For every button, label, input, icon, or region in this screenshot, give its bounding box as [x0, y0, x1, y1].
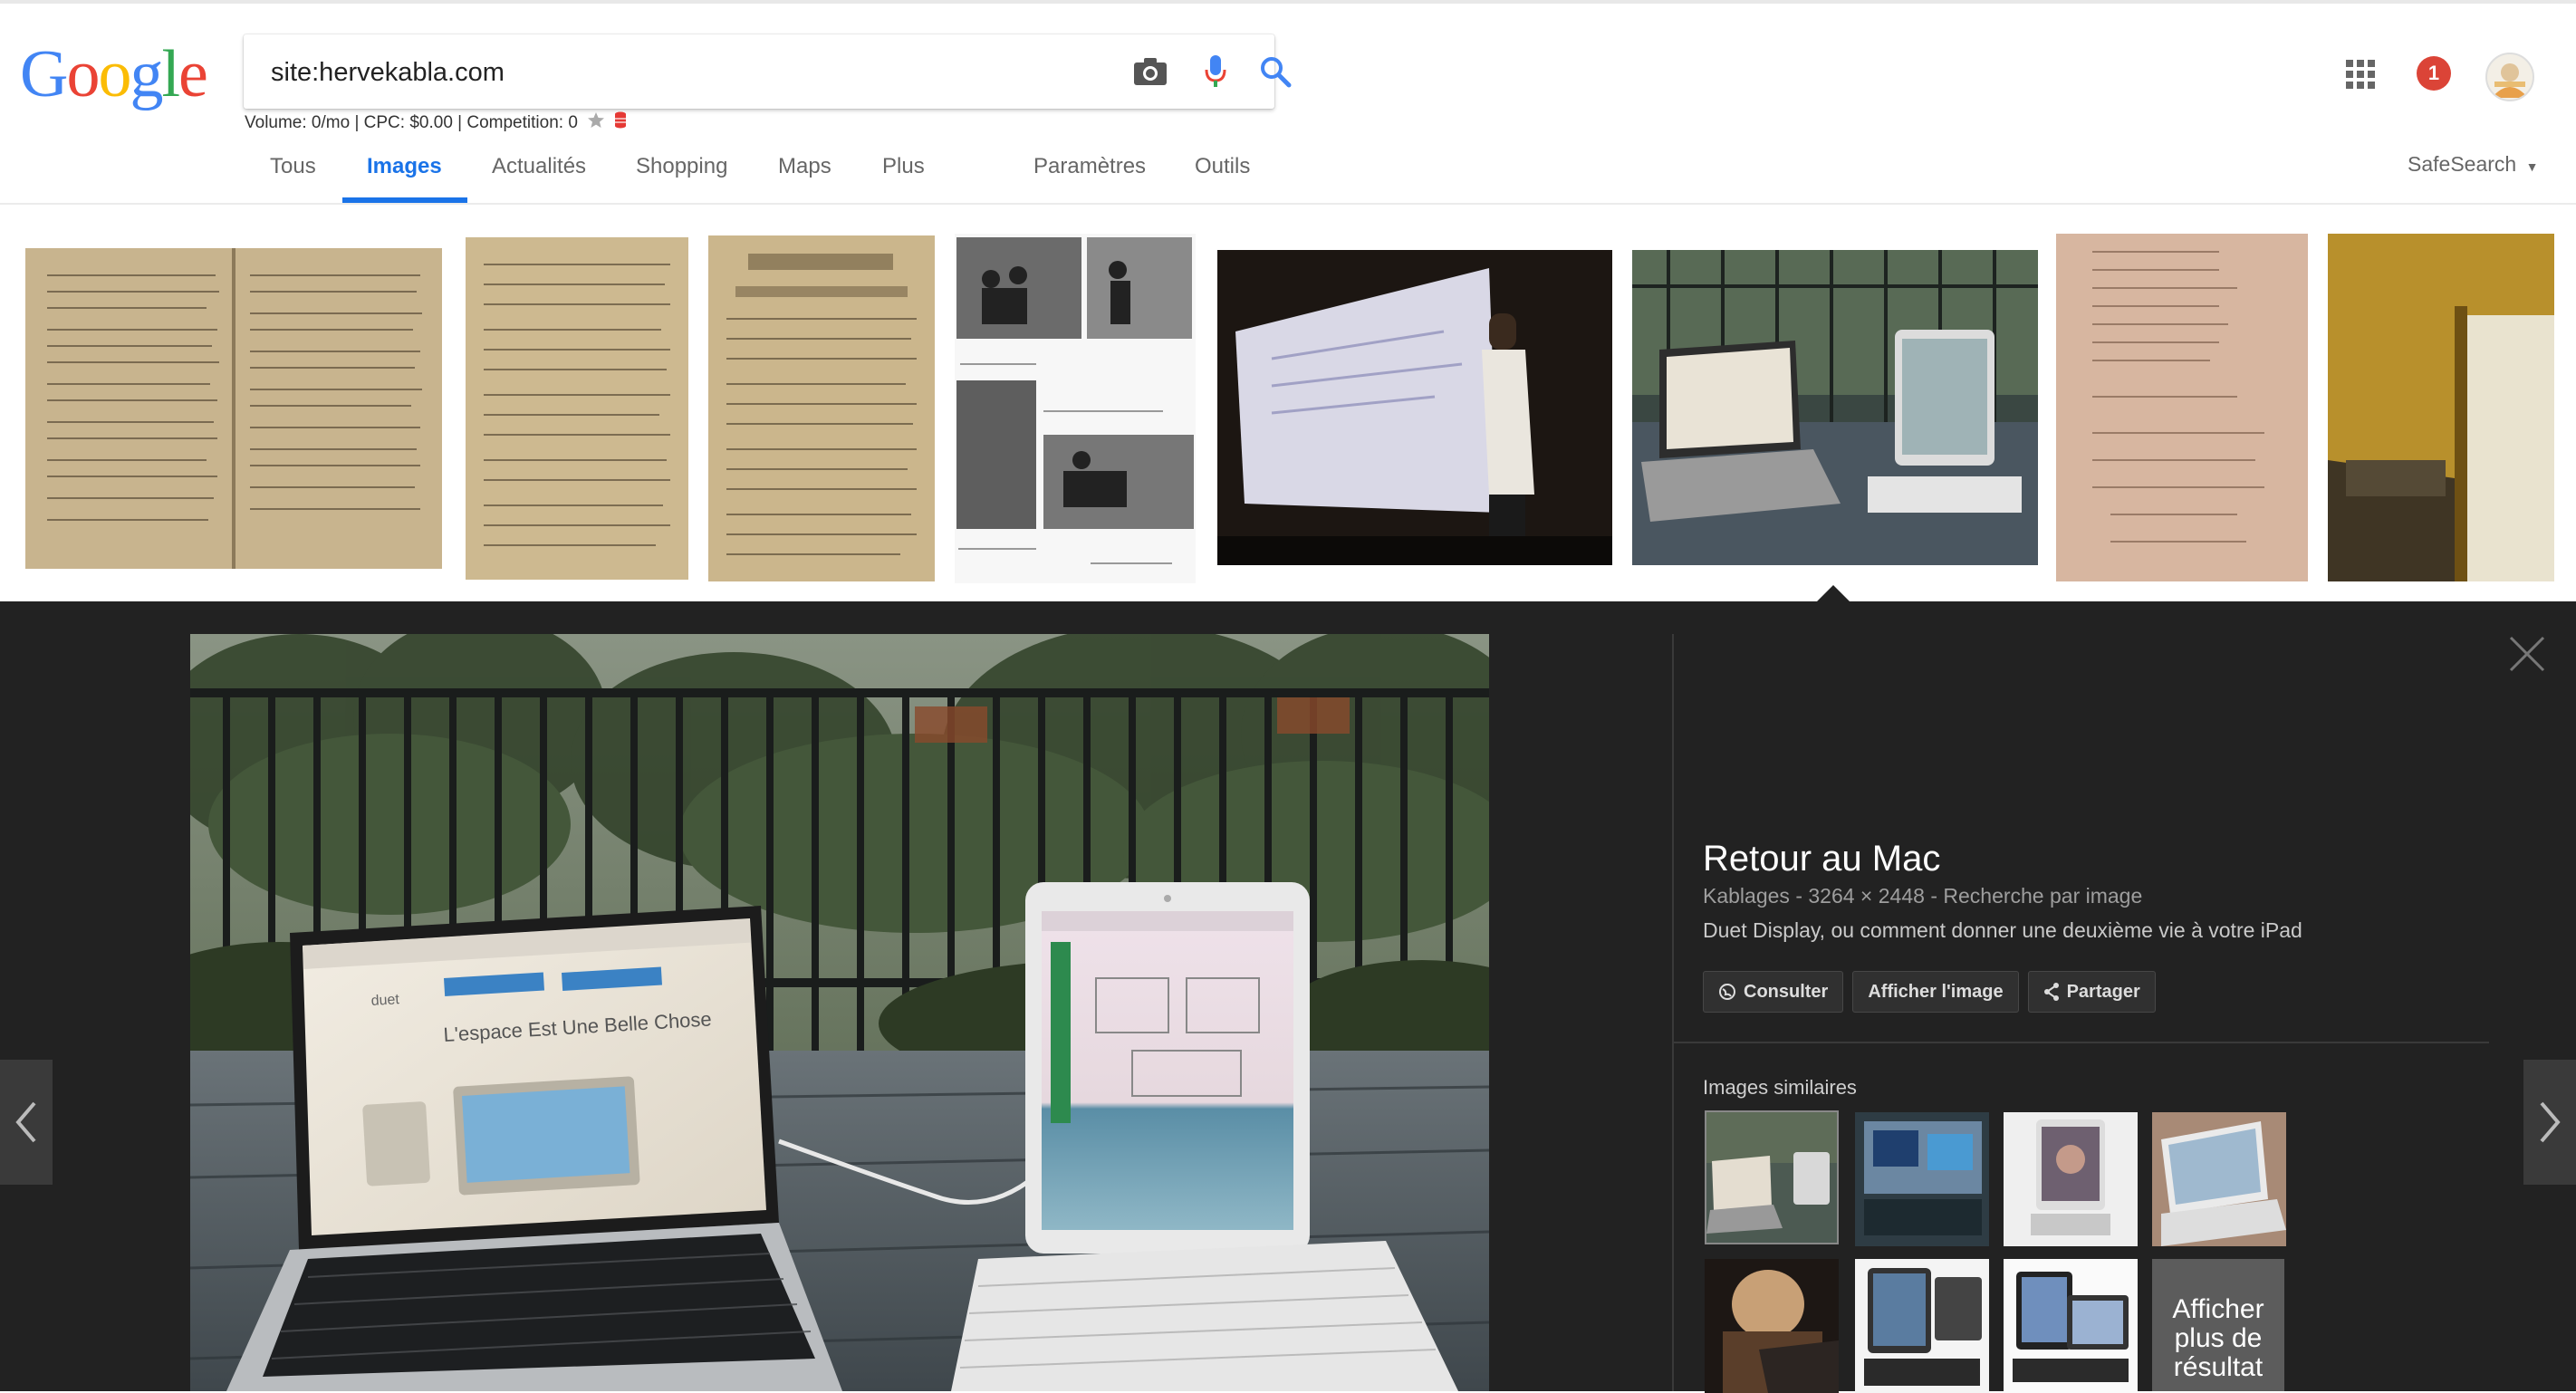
tab-all[interactable]: Tous	[270, 154, 316, 179]
result-thumb-2[interactable]	[466, 237, 688, 580]
previous-image-button[interactable]	[0, 1060, 53, 1185]
similar-image-thumb[interactable]	[1855, 1259, 1989, 1393]
notification-badge[interactable]: 1	[2417, 56, 2451, 91]
visit-label: Consulter	[1744, 981, 1829, 1002]
tab-tools[interactable]: Outils	[1195, 154, 1250, 179]
result-thumb-7[interactable]	[2056, 234, 2308, 581]
header-divider	[0, 203, 2576, 205]
tab-maps[interactable]: Maps	[778, 154, 831, 179]
similar-image-thumb[interactable]	[1705, 1259, 1839, 1393]
share-icon	[2043, 983, 2059, 1001]
search-icon[interactable]	[1256, 53, 1294, 91]
star-icon[interactable]	[587, 111, 605, 135]
globe-icon	[1719, 984, 1735, 1000]
microphone-icon[interactable]	[1197, 53, 1235, 91]
result-thumb-6-selected[interactable]	[1632, 250, 2038, 565]
next-image-button[interactable]	[2523, 1060, 2576, 1185]
chevron-right-icon	[2540, 1101, 2561, 1143]
tab-shopping[interactable]: Shopping	[636, 154, 727, 179]
caret-down-icon: ▼	[2525, 159, 2539, 174]
result-thumb-8[interactable]	[2328, 234, 2554, 581]
top-rule	[0, 0, 2576, 4]
image-description: Duet Display, ou comment donner une deux…	[1703, 918, 2302, 942]
image-title[interactable]: Retour au Mac	[1703, 839, 1940, 879]
google-logo[interactable]: Google	[20, 38, 219, 110]
search-by-image-link[interactable]: Recherche par image	[1943, 884, 2142, 908]
tab-more[interactable]: Plus	[882, 154, 925, 179]
show-more-line: résultat	[2173, 1352, 2264, 1382]
tab-news[interactable]: Actualités	[492, 154, 586, 179]
image-dimensions: 3264 × 2448	[1808, 884, 1925, 908]
result-thumb-4[interactable]	[955, 234, 1196, 583]
result-thumb-1[interactable]	[25, 248, 442, 569]
seo-metrics-text: Volume: 0/mo | CPC: $0.00 | Competition:…	[245, 113, 578, 132]
similar-divider	[1674, 1042, 2489, 1043]
share-button[interactable]: Partager	[2027, 971, 2156, 1013]
tab-images[interactable]: Images	[367, 154, 442, 179]
avatar[interactable]	[2485, 53, 2534, 101]
show-more-line: Afficher	[2172, 1294, 2264, 1324]
database-icon[interactable]	[614, 111, 627, 135]
viewer-actions: Consulter Afficher l'image Partager	[1703, 971, 2156, 1013]
similar-images-heading: Images similaires	[1703, 1076, 1857, 1099]
selection-pointer	[1817, 585, 1850, 601]
result-thumb-3[interactable]	[708, 235, 935, 581]
search-tabs: Tous Images Actualités Shopping Maps Plu…	[0, 145, 1313, 205]
share-label: Partager	[2066, 981, 2140, 1002]
image-source[interactable]: Kablages	[1703, 884, 1790, 908]
close-icon[interactable]	[2507, 634, 2547, 674]
seo-metrics: Volume: 0/mo | CPC: $0.00 | Competition:…	[245, 111, 627, 135]
similar-image-thumb[interactable]	[2004, 1259, 2138, 1393]
logo-letter: G	[20, 37, 68, 111]
search-box[interactable]	[244, 34, 1292, 110]
image-meta: Kablages - 3264 × 2448 - Recherche par i…	[1703, 884, 2143, 908]
logo-letter: o	[98, 37, 131, 111]
chevron-left-icon	[15, 1101, 36, 1143]
visit-button[interactable]: Consulter	[1703, 971, 1844, 1013]
viewer-divider	[1672, 634, 1674, 1391]
search-input[interactable]	[269, 34, 1043, 110]
safesearch-label: SafeSearch	[2408, 152, 2517, 176]
view-image-label: Afficher l'image	[1868, 981, 2004, 1002]
similar-image-thumb[interactable]	[2152, 1112, 2286, 1246]
similar-image-thumb[interactable]	[1705, 1110, 1839, 1244]
view-image-button[interactable]: Afficher l'image	[1852, 971, 2019, 1013]
result-thumb-5[interactable]	[1217, 250, 1612, 565]
camera-icon[interactable]	[1131, 53, 1169, 91]
logo-letter: l	[161, 37, 180, 111]
show-more-results-button[interactable]: Afficher plus de résultat	[2152, 1259, 2284, 1391]
safesearch-dropdown[interactable]: SafeSearch ▼	[2408, 152, 2538, 177]
logo-letter: g	[130, 37, 163, 111]
tab-settings[interactable]: Paramètres	[1033, 154, 1146, 179]
laptop-brand-text: duet	[370, 992, 400, 1009]
logo-letter: o	[66, 37, 100, 111]
logo-letter: e	[178, 37, 208, 111]
apps-grid-icon[interactable]	[2346, 60, 2375, 89]
similar-image-thumb[interactable]	[1855, 1112, 1989, 1246]
preview-image[interactable]: duet L'espace Est Une Belle Chose	[190, 634, 1489, 1391]
show-more-line: plus de	[2174, 1323, 2263, 1353]
similar-image-thumb[interactable]	[2004, 1112, 2138, 1246]
